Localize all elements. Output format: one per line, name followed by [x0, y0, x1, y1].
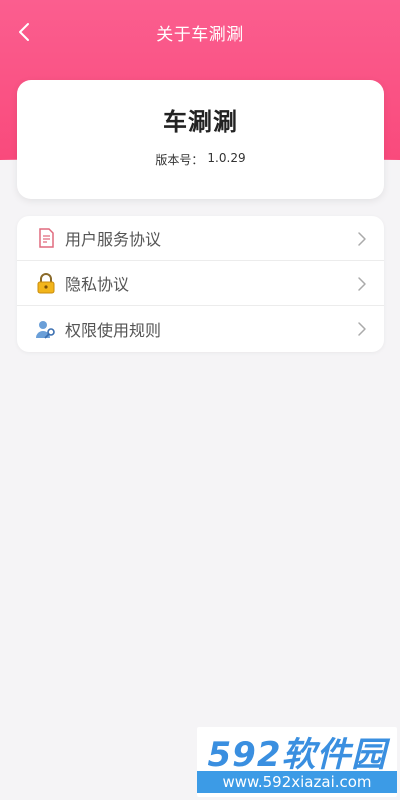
watermark-url: www.592xiazai.com — [197, 771, 397, 793]
chevron-left-icon — [19, 23, 29, 41]
version-row: 版本号： 1.0.29 — [155, 151, 245, 168]
user-key-icon — [35, 318, 57, 340]
document-icon — [35, 227, 57, 249]
menu-item-user-agreement[interactable]: 用户服务协议 — [17, 216, 384, 261]
menu-item-permission-rules[interactable]: 权限使用规则 — [17, 306, 384, 351]
watermark: 592软件园 www.592xiazai.com — [197, 727, 397, 797]
menu-item-privacy-policy[interactable]: 隐私协议 — [17, 261, 384, 306]
menu-list: 用户服务协议 隐私协议 权限使用规则 — [17, 216, 384, 352]
lock-icon — [35, 272, 57, 294]
watermark-brand: 592软件园 — [207, 734, 387, 775]
app-name: 车涮涮 — [163, 108, 238, 136]
back-button[interactable] — [10, 18, 38, 46]
version-number: 1.0.29 — [207, 151, 246, 165]
chevron-right-icon — [358, 277, 366, 291]
chevron-right-icon — [358, 232, 366, 246]
menu-item-label: 隐私协议 — [65, 275, 130, 294]
page-title: 关于车涮涮 — [156, 24, 244, 45]
version-label: 版本号： — [155, 153, 204, 167]
chevron-right-icon — [358, 322, 366, 336]
menu-item-label: 用户服务协议 — [65, 230, 162, 249]
app-info-card: 车涮涮 版本号： 1.0.29 — [17, 80, 384, 199]
menu-item-label: 权限使用规则 — [65, 320, 162, 340]
navigation-bar: 关于车涮涮 — [0, 0, 400, 64]
